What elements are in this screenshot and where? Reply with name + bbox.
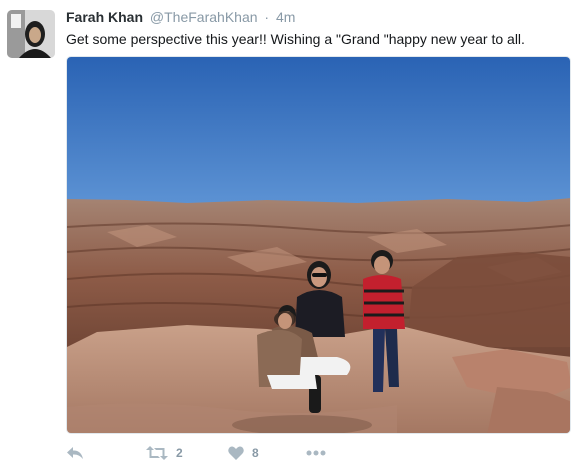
reply-icon	[67, 447, 83, 459]
separator: ·	[264, 9, 270, 25]
tweet-text: Get some perspective this year!! Wishing…	[66, 31, 525, 47]
more-button[interactable]	[306, 450, 326, 456]
retweet-count: 2	[176, 446, 183, 460]
more-dots-icon	[306, 450, 326, 456]
avatar[interactable]	[7, 10, 55, 58]
retweet-icon	[146, 446, 168, 460]
like-count: 8	[252, 446, 259, 460]
retweet-button[interactable]: 2	[146, 446, 183, 460]
heart-icon	[228, 446, 244, 460]
tweet-actions: 2 8	[66, 446, 571, 468]
author-handle[interactable]: @TheFarahKhan	[150, 9, 258, 25]
canyon-photo	[67, 57, 570, 433]
tweet-header: Farah Khan @TheFarahKhan · 4m	[66, 9, 295, 25]
author-name[interactable]: Farah Khan	[66, 9, 143, 25]
like-button[interactable]: 8	[228, 446, 259, 460]
avatar-image	[7, 10, 55, 58]
timestamp[interactable]: 4m	[276, 9, 295, 25]
reply-button[interactable]	[66, 446, 84, 460]
tweet-photo[interactable]	[66, 56, 571, 434]
